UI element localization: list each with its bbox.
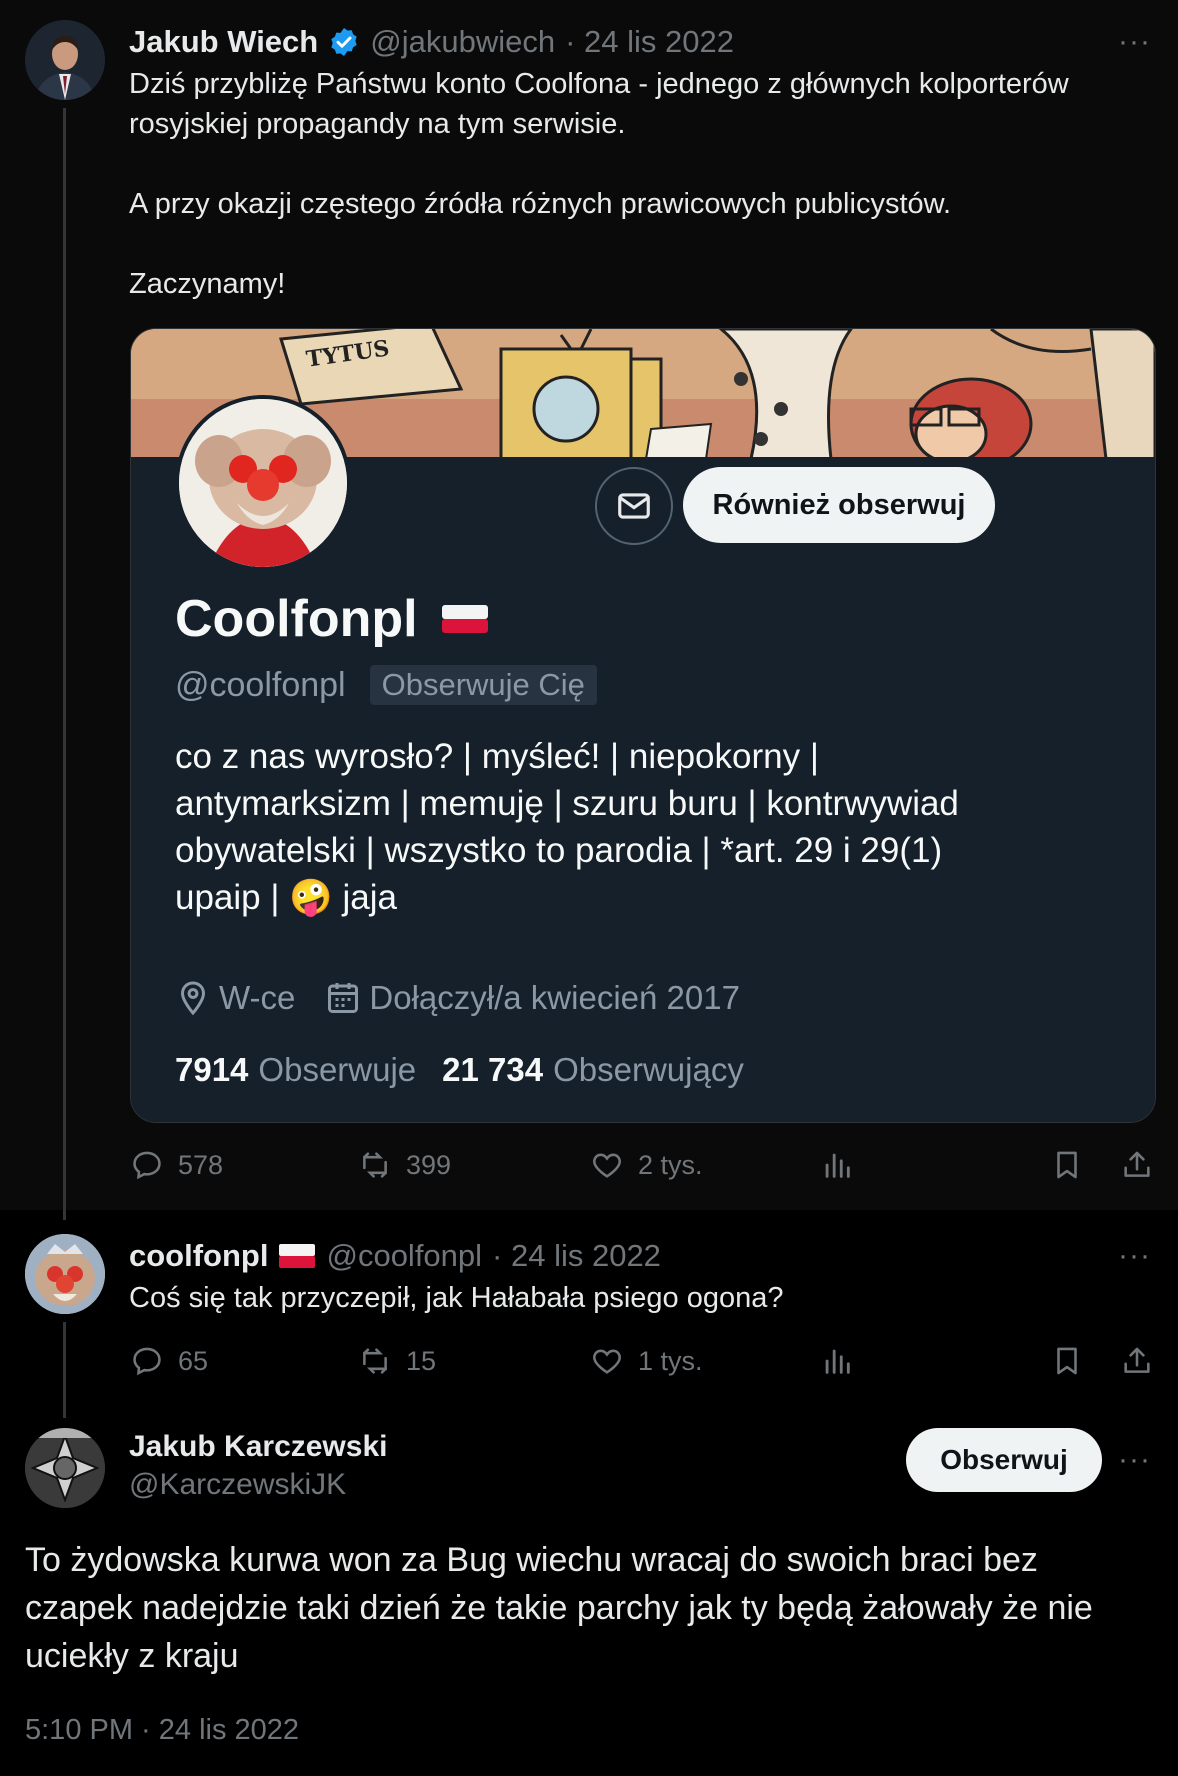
poland-flag-icon [279,1244,316,1268]
profile-bio: co z nas wyrosło? | myśleć! | niepokorny… [175,733,1135,921]
avatar-puppet-icon [25,1234,105,1314]
retweet-icon [363,1152,387,1178]
like-button[interactable]: 1 tys. [590,1344,703,1378]
author-handle[interactable]: @KarczewskiJK [129,1466,387,1504]
like-button[interactable]: 2 tys. [590,1148,703,1182]
followers-label: Obserwujący [553,1051,744,1088]
profile-handle: @coolfonpl [175,665,346,704]
thread-line [63,1322,66,1418]
following-label: Obserwuje [258,1051,417,1088]
follows-you-badge: Obserwuje Cię [369,665,597,705]
profile-name-row: Coolfonpl [175,589,490,649]
views-button[interactable] [820,1148,854,1182]
tweet-date[interactable]: · 24 lis 2022 [565,24,734,60]
views-chart-icon [825,1349,850,1374]
reply-count: 578 [178,1149,224,1180]
tweet-text-line: Dziś przybliżę Państwu konto Coolfona - … [129,68,1069,100]
location-pin-icon [180,981,206,1016]
profile-display-name: Coolfonpl [175,590,418,648]
views-chart-icon [825,1153,850,1178]
follow-back-button[interactable]: Również obserwuj [683,467,995,543]
heart-icon [593,1349,621,1374]
profile-joined: Dołączył/a kwiecień 2017 [369,979,740,1016]
poland-flag-icon [441,605,488,633]
followers-count: 21 734 [442,1051,544,1088]
like-count: 1 tys. [638,1345,703,1376]
retweet-count: 15 [406,1345,437,1376]
retweet-icon [363,1348,387,1374]
author-name[interactable]: coolfonpl [129,1238,268,1274]
reply-button[interactable]: 578 [130,1148,223,1182]
bookmark-button[interactable] [1050,1344,1084,1378]
reply-icon [133,1347,161,1376]
bio-line: obywatelski | wszystko to parodia | *art… [175,831,943,870]
follow-button[interactable]: Obserwuj [906,1428,1102,1492]
attached-image-profile-card[interactable]: TYTUS Również obserwuj Coolfonpl @coolfo… [130,328,1156,1123]
author-name[interactable]: Jakub Karczewski [129,1428,387,1466]
retweet-count: 399 [406,1149,452,1180]
avatar[interactable] [25,1234,105,1314]
tweet-3-text: To żydowska kurwa won za Bug wiechu wrac… [25,1536,1165,1680]
message-button[interactable] [595,467,673,545]
reply-count: 65 [178,1345,209,1376]
tweet-text-paragraph: A przy okazji częstego źródła różnych pr… [129,188,952,220]
author-handle[interactable]: @jakubwiech [370,24,555,60]
avatar[interactable] [25,1428,105,1508]
profile-avatar [175,395,351,571]
tweet-date[interactable]: · 24 lis 2022 [492,1238,661,1274]
avatar[interactable] [25,20,105,100]
tweet-text-line: To żydowska kurwa won za Bug wiechu wrac… [25,1541,1038,1579]
bio-line: antymarksizm | memuję | szuru buru | kon… [175,784,959,823]
profile-avatar-puppet-icon [179,399,347,567]
thread-line [63,108,66,1220]
retweet-button[interactable]: 15 [358,1344,436,1378]
bookmark-icon [1057,1151,1077,1179]
bio-line: co z nas wyrosło? | myśleć! | niepokorny… [175,737,819,776]
share-icon [1124,1151,1150,1177]
tweet-text-line: rosyjskiej propagandy na tym serwisie. [129,108,626,140]
verified-badge-icon [331,28,357,56]
tweet-2-text: Coś się tak przyczepił, jak Hałabała psi… [129,1282,784,1314]
profile-meta-row: W-ce Dołączył/a kwiecień 2017 [175,979,740,1017]
avatar-cross-emblem-icon [25,1428,105,1508]
reply-icon [133,1151,161,1180]
following-count: 7914 [175,1051,249,1088]
like-count: 2 tys. [638,1149,703,1180]
bio-line: upaip | 🤪 jaja [175,878,397,917]
share-icon [1124,1347,1150,1373]
retweet-button[interactable]: 399 [358,1148,451,1182]
profile-handle-row: @coolfonpl Obserwuje Cię [175,665,597,705]
tweet-1-header: Jakub Wiech @jakubwiech · 24 lis 2022 [129,22,734,62]
avatar-portrait-icon [25,20,105,100]
calendar-icon [328,983,359,1013]
author-handle[interactable]: @coolfonpl [326,1238,482,1274]
envelope-icon [618,493,650,519]
profile-location: W-ce [219,979,296,1016]
more-options-icon[interactable]: ··· [1118,1241,1151,1271]
tweet-text-paragraph: Zaczynamy! [129,268,286,300]
more-options-icon[interactable]: ··· [1118,27,1151,57]
tweet-1-text: Dziś przybliżę Państwu konto Coolfona - … [129,64,1159,304]
bookmark-button[interactable] [1050,1148,1084,1182]
tweet-2-header: coolfonpl @coolfonpl · 24 lis 2022 [129,1236,661,1276]
tweet-3-header: Jakub Karczewski @KarczewskiJK [129,1428,387,1504]
author-name[interactable]: Jakub Wiech [129,24,318,60]
bookmark-icon [1057,1347,1077,1375]
more-options-icon[interactable]: ··· [1118,1445,1151,1475]
tweet-timestamp[interactable]: 5:10 PM · 24 lis 2022 [25,1714,299,1747]
tweet-text-line: uciekły z kraju [25,1637,239,1675]
reply-button[interactable]: 65 [130,1344,208,1378]
tweet-text-line: czapek nadejdzie taki dzień że takie par… [25,1589,1093,1627]
profile-stats-row: 7914 Obserwuje 21 734 Obserwujący [175,1051,744,1089]
heart-icon [593,1153,621,1178]
views-button[interactable] [820,1344,854,1378]
share-button[interactable] [1120,1344,1154,1378]
share-button[interactable] [1120,1148,1154,1182]
